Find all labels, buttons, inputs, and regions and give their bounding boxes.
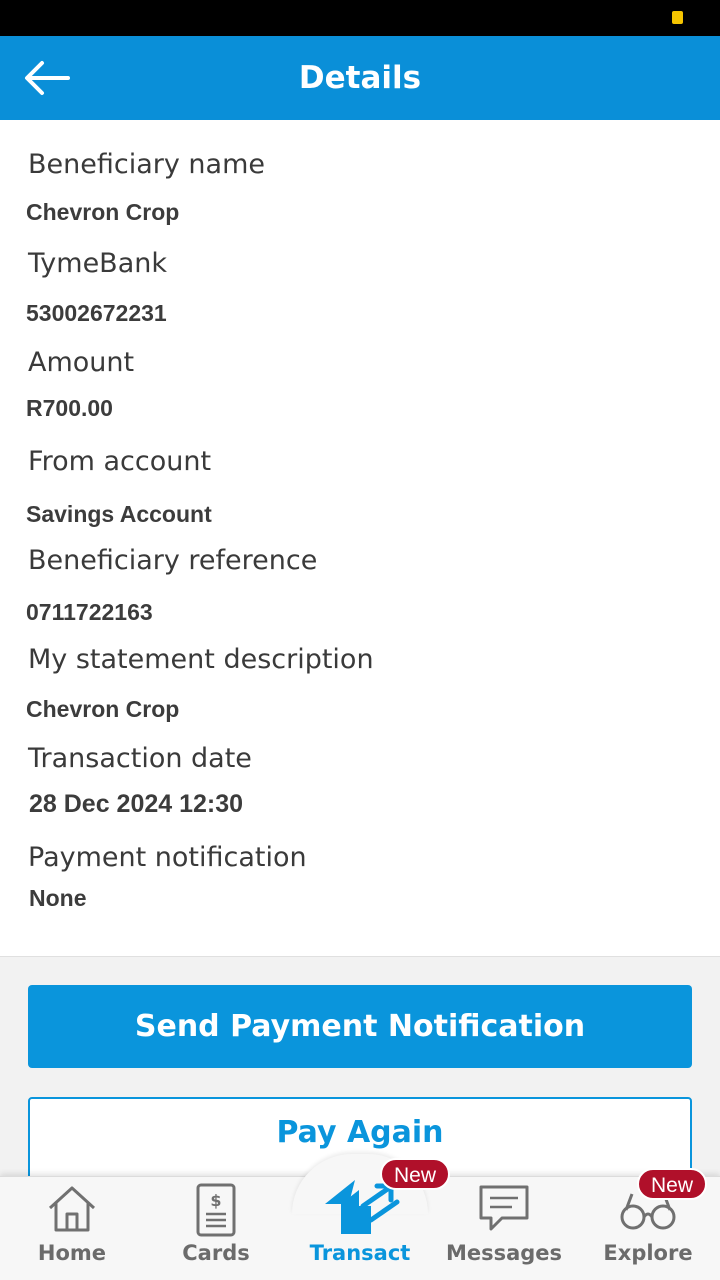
nav-item-cards[interactable]: $ Cards bbox=[144, 1176, 288, 1280]
battery-icon bbox=[672, 11, 683, 24]
nav-label-home: Home bbox=[37, 1241, 107, 1265]
transaction-details: Beneficiary name Chevron Crop TymeBank 5… bbox=[0, 120, 720, 956]
nav-label-messages: Messages bbox=[445, 1241, 563, 1265]
beneficiary-reference-label: Beneficiary reference bbox=[28, 545, 318, 576]
transaction-date-label: Transaction date bbox=[28, 743, 252, 774]
payment-notification-label: Payment notification bbox=[28, 842, 307, 873]
amount-label: Amount bbox=[28, 347, 135, 378]
beneficiary-name-value: Chevron Crop bbox=[26, 199, 180, 225]
nav-item-home[interactable]: Home bbox=[0, 1176, 144, 1280]
arrow-left-icon bbox=[25, 61, 70, 95]
payment-notification-value: None bbox=[29, 885, 87, 911]
beneficiary-name-label: Beneficiary name bbox=[28, 149, 265, 180]
nav-item-messages[interactable]: Messages bbox=[432, 1176, 576, 1280]
statement-description-label: My statement description bbox=[28, 644, 374, 675]
send-payment-notification-button[interactable]: Send Payment Notification bbox=[28, 985, 692, 1068]
page-title: Details bbox=[298, 60, 422, 96]
beneficiary-reference-value: 0711722163 bbox=[26, 599, 153, 625]
bank-label: TymeBank bbox=[28, 248, 167, 279]
action-area: Send Payment Notification Pay Again bbox=[0, 956, 720, 1180]
amount-value: R700.00 bbox=[26, 395, 113, 421]
back-button[interactable] bbox=[20, 56, 76, 100]
explore-new-badge: New bbox=[637, 1168, 708, 1200]
nav-label-explore: Explore bbox=[603, 1241, 693, 1265]
statement-description-value: Chevron Crop bbox=[26, 696, 180, 722]
account-number-value: 53002672231 bbox=[26, 300, 167, 326]
home-icon bbox=[48, 1186, 96, 1232]
transaction-date-value: 28 Dec 2024 12:30 bbox=[29, 790, 244, 818]
status-bar bbox=[0, 0, 720, 36]
message-icon bbox=[479, 1185, 529, 1231]
from-account-value: Savings Account bbox=[26, 501, 212, 527]
card-icon: $ bbox=[196, 1183, 236, 1237]
svg-text:$: $ bbox=[210, 1191, 221, 1210]
nav-label-transact: Transact bbox=[309, 1241, 411, 1265]
from-account-label: From account bbox=[28, 446, 212, 477]
nav-label-cards: Cards bbox=[182, 1241, 250, 1265]
app-bar: Details bbox=[0, 36, 720, 120]
